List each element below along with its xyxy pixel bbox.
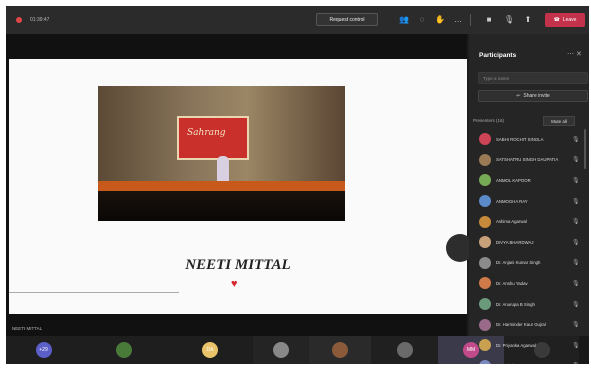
mic-muted-icon: 🎙	[572, 342, 580, 349]
mic-muted-icon: 🎙	[572, 260, 580, 267]
participant-row[interactable]: Dr. Anurupa B Singh 🎙	[469, 294, 589, 315]
shared-slide: Sahrang NEETI MITTAL ♥	[9, 59, 467, 314]
participant-row[interactable]: Dr. Priyanka Agarwal 🎙	[469, 335, 589, 356]
audience	[98, 191, 345, 221]
participant-name: Dr. Anjani Kumar Singh	[496, 260, 541, 266]
participant-name: ANMOGHA RAY	[496, 198, 528, 204]
avatar: DA	[202, 342, 218, 358]
video-tile[interactable]: +29	[6, 336, 81, 364]
teams-window: 01:39:47 Request control 👥 ◌ ✋ … ■ 🎙 ⬆ ☎…	[6, 6, 589, 364]
stage-photo: Sahrang	[98, 86, 345, 221]
mic-muted-icon: 🎙	[572, 322, 580, 329]
avatar	[479, 339, 491, 352]
mic-muted-icon: 🎙	[572, 177, 580, 184]
participant-row[interactable]: DIVYA BHARDWAJ 🎙	[469, 232, 589, 253]
panel-title: Participants	[479, 52, 517, 59]
participant-list: SABHI ROCHIT SINGLA 🎙 SATSHATRU SINGH DAUP…	[469, 129, 589, 364]
mic-muted-icon: 🎙	[572, 219, 580, 226]
share-invite-label: Share invite	[523, 93, 550, 99]
video-tile[interactable]	[309, 336, 371, 364]
reactions-icon[interactable]: ✋	[435, 15, 445, 25]
chat-icon[interactable]: ◌	[417, 15, 427, 25]
participant-row[interactable]: ANMOGHA RAY 🎙	[469, 191, 589, 212]
participant-name: Dr. Priyanka Agarwal	[496, 342, 536, 348]
participant-row[interactable]: Dr. Rahul Gupta 🎙	[469, 356, 589, 364]
participants-panel: Participants ⋯ ✕ Type a name ⇐ Share inv…	[469, 34, 589, 364]
more-icon[interactable]: …	[453, 15, 463, 25]
meeting-timer: 01:39:47	[30, 17, 50, 23]
participant-row[interactable]: Dr. Anshu Yadav 🎙	[469, 273, 589, 294]
participant-row[interactable]: SATSHATRU SINGH DAUPATIA 🎙	[469, 150, 589, 171]
dancer-figure	[217, 156, 229, 184]
avatar: +29	[35, 342, 52, 358]
participant-name: SABHI ROCHIT SINGLA	[496, 136, 544, 142]
avatar	[479, 133, 491, 146]
stage-banner: Sahrang	[177, 116, 249, 160]
participant-search-input[interactable]: Type a name	[478, 72, 588, 84]
avatar	[479, 153, 491, 166]
request-control-button[interactable]: Request control	[316, 13, 378, 26]
participant-row[interactable]: SABHI ROCHIT SINGLA 🎙	[469, 129, 589, 150]
avatar	[479, 359, 491, 364]
avatar	[479, 195, 491, 208]
participant-row[interactable]: Dr. Anjani Kumar Singh 🎙	[469, 253, 589, 274]
people-icon[interactable]: 👥	[399, 15, 409, 25]
avatar	[396, 342, 413, 358]
stage-floor	[98, 181, 345, 191]
mic-muted-icon: 🎙	[572, 280, 580, 287]
mic-muted-icon: 🎙	[572, 239, 580, 246]
camera-icon[interactable]: ■	[484, 15, 494, 25]
mic-muted-icon: 🎙	[572, 198, 580, 205]
mic-muted-icon: 🎙	[572, 362, 580, 364]
leave-button[interactable]: ☎ Leave	[545, 13, 585, 27]
slide-divider	[9, 292, 179, 293]
participant-row[interactable]: Dr. Harminder Kaur Gujral 🎙	[469, 314, 589, 335]
panel-scrollbar[interactable]	[584, 129, 586, 169]
mic-muted-icon: 🎙	[572, 136, 580, 143]
phone-icon: ☎	[553, 17, 560, 23]
avatar	[479, 174, 491, 187]
video-tile[interactable]: DA	[167, 336, 253, 364]
avatar	[479, 318, 491, 331]
participant-name: Dr. Harminder Kaur Gujral	[496, 322, 546, 328]
participant-row[interactable]: ANMOL KAPOOR 🎙	[469, 170, 589, 191]
panel-controls[interactable]: ⋯ ✕	[567, 50, 582, 58]
video-tile[interactable]	[253, 336, 309, 364]
share-icon[interactable]: ⬆	[523, 15, 533, 25]
participant-name: Dr. Anurupa B Singh	[496, 301, 535, 307]
share-icon: ⇐	[516, 93, 521, 99]
participant-name: Ashima Agarwal	[496, 219, 527, 225]
participant-name: Dr. Rahul Gupta	[496, 363, 527, 364]
mic-icon[interactable]: 🎙	[504, 15, 514, 25]
mute-all-button[interactable]: Mute all	[543, 116, 575, 126]
video-tile[interactable]	[81, 336, 167, 364]
participant-name: ANMOL KAPOOR	[496, 177, 531, 183]
avatar	[116, 342, 132, 358]
participant-name: SATSHATRU SINGH DAUPATIA	[496, 157, 559, 163]
shared-content-stage: Sahrang NEETI MITTAL ♥ NEETI MITTAL	[6, 34, 474, 336]
meeting-toolbar: 01:39:47 Request control 👥 ◌ ✋ … ■ 🎙 ⬆ ☎…	[6, 6, 589, 34]
leave-label: Leave	[562, 17, 577, 23]
avatar	[479, 215, 491, 228]
participant-row[interactable]: Ashima Agarwal 🎙	[469, 211, 589, 232]
banner-text: Sahrang	[187, 128, 226, 138]
avatar	[332, 342, 348, 358]
avatar	[479, 236, 491, 249]
mic-muted-icon: 🎙	[572, 157, 580, 164]
presenter-label: NEETI MITTAL	[12, 326, 43, 331]
participant-name: DIVYA BHARDWAJ	[496, 239, 534, 245]
mic-muted-icon: 🎙	[572, 301, 580, 308]
avatar	[479, 256, 491, 269]
toolbar-divider	[470, 14, 471, 26]
video-tile[interactable]	[371, 336, 438, 364]
share-invite-button[interactable]: ⇐ Share invite	[478, 90, 588, 102]
presenters-section-header[interactable]: Presenters (16)	[473, 118, 504, 123]
avatar	[479, 298, 491, 311]
recording-icon	[16, 17, 22, 23]
performer-name: NEETI MITTAL	[185, 257, 291, 273]
heart-icon: ♥	[231, 278, 238, 290]
participant-name: Dr. Anshu Yadav	[496, 280, 528, 286]
avatar	[479, 277, 491, 290]
avatar	[273, 342, 289, 358]
